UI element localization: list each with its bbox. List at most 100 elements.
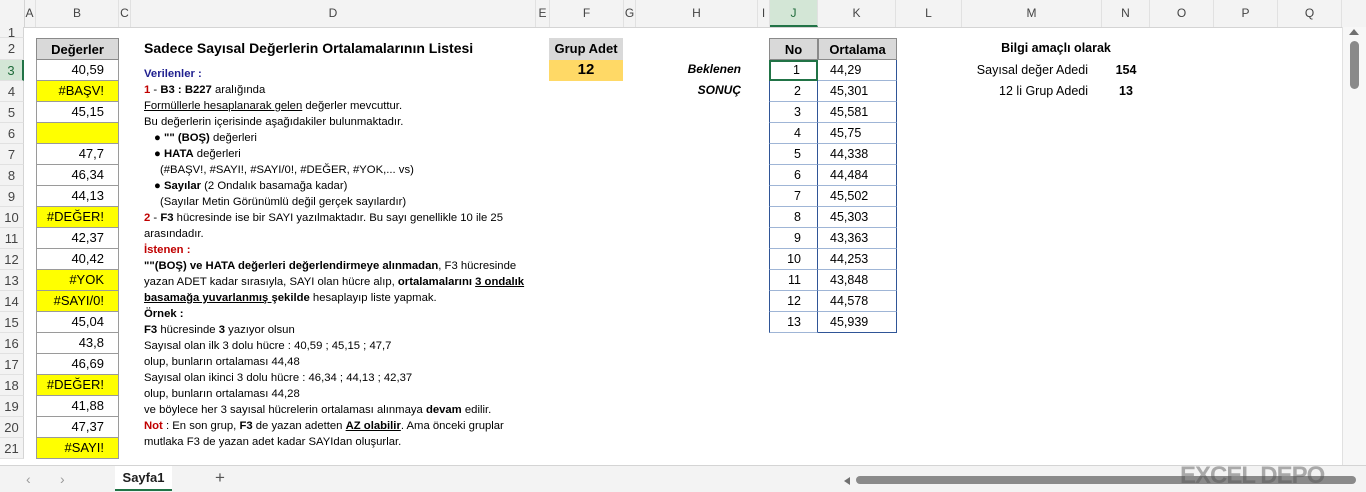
- column-header[interactable]: K: [818, 0, 896, 27]
- table-cell-no[interactable]: 6: [769, 165, 818, 186]
- values-column-header: Değerler: [36, 38, 119, 60]
- vertical-scroll-thumb[interactable]: [1350, 41, 1359, 89]
- row-header[interactable]: 21: [0, 438, 24, 459]
- table-cell-no[interactable]: 13: [769, 312, 818, 333]
- value-cell[interactable]: 42,37: [36, 228, 119, 249]
- value-cell[interactable]: #SAYI/0!: [36, 291, 119, 312]
- column-header[interactable]: M: [962, 0, 1102, 27]
- select-all-corner[interactable]: [0, 0, 25, 27]
- table-cell-average[interactable]: 45,939: [818, 312, 897, 333]
- column-header-selected[interactable]: J: [770, 0, 818, 27]
- table-cell-no[interactable]: 8: [769, 207, 818, 228]
- column-header[interactable]: N: [1102, 0, 1150, 27]
- table-cell-average[interactable]: 44,484: [818, 165, 897, 186]
- sheet-tab-bar: ‹ › Sayfa1 +: [0, 465, 1366, 492]
- table-cell-average[interactable]: 44,338: [818, 144, 897, 165]
- add-sheet-button[interactable]: +: [215, 468, 225, 488]
- table-cell-average[interactable]: 45,303: [818, 207, 897, 228]
- value-cell[interactable]: #DEĞER!: [36, 207, 119, 228]
- table-cell-no[interactable]: 5: [769, 144, 818, 165]
- value-cell[interactable]: 45,15: [36, 102, 119, 123]
- group-count-input[interactable]: 12: [549, 60, 623, 81]
- table-cell-no[interactable]: 11: [769, 270, 818, 291]
- column-header[interactable]: P: [1214, 0, 1278, 27]
- row-header[interactable]: 20: [0, 417, 24, 438]
- row-header[interactable]: 17: [0, 354, 24, 375]
- table-cell-no[interactable]: 12: [769, 291, 818, 312]
- table-cell-average[interactable]: 44,29: [818, 60, 897, 81]
- value-cell[interactable]: #YOK: [36, 270, 119, 291]
- table-cell-no[interactable]: 1: [769, 60, 818, 81]
- scroll-left-icon[interactable]: [843, 477, 850, 485]
- row-header[interactable]: 18: [0, 375, 24, 396]
- table-cell-average[interactable]: 44,578: [818, 291, 897, 312]
- info-group-count-value: 13: [1119, 84, 1133, 98]
- column-header[interactable]: F: [550, 0, 624, 27]
- value-cell[interactable]: [36, 123, 119, 144]
- note-line: Not : En son grup, F3 de yazan adetten A…: [144, 420, 504, 432]
- value-cell[interactable]: 47,7: [36, 144, 119, 165]
- table-cell-average[interactable]: 43,848: [818, 270, 897, 291]
- scroll-up-icon[interactable]: [1349, 29, 1359, 35]
- row-header[interactable]: 9: [0, 186, 24, 207]
- table-cell-no[interactable]: 2: [769, 81, 818, 102]
- column-header[interactable]: H: [636, 0, 758, 27]
- column-header[interactable]: I: [758, 0, 770, 27]
- value-cell[interactable]: #BAŞV!: [36, 81, 119, 102]
- row-header[interactable]: 12: [0, 249, 24, 270]
- row-header[interactable]: 8: [0, 165, 24, 186]
- column-header[interactable]: D: [131, 0, 536, 27]
- column-header[interactable]: O: [1150, 0, 1214, 27]
- row-header[interactable]: 10: [0, 207, 24, 228]
- row-header[interactable]: 6: [0, 123, 24, 144]
- tab-scroll-right-icon[interactable]: ›: [60, 471, 65, 487]
- value-cell[interactable]: 46,34: [36, 165, 119, 186]
- value-cell[interactable]: #DEĞER!: [36, 375, 119, 396]
- row-header[interactable]: 7: [0, 144, 24, 165]
- sheet-tab-active[interactable]: Sayfa1: [115, 466, 172, 491]
- row-header[interactable]: 16: [0, 333, 24, 354]
- column-header[interactable]: E: [536, 0, 550, 27]
- value-cell[interactable]: 40,59: [36, 60, 119, 81]
- row-header[interactable]: 1: [0, 26, 24, 39]
- value-cell[interactable]: 46,69: [36, 354, 119, 375]
- row-header[interactable]: 2: [0, 38, 24, 60]
- table-cell-no[interactable]: 7: [769, 186, 818, 207]
- info-numeric-count-value: 154: [1115, 63, 1137, 77]
- row-header[interactable]: 15: [0, 312, 24, 333]
- column-header[interactable]: B: [36, 0, 119, 27]
- table-cell-no[interactable]: 4: [769, 123, 818, 144]
- table-cell-average[interactable]: 43,363: [818, 228, 897, 249]
- column-header[interactable]: Q: [1278, 0, 1342, 27]
- vertical-scrollbar[interactable]: [1342, 27, 1366, 465]
- desc-line: F3 hücresinde 3 yazıyor olsun: [144, 324, 295, 336]
- row-header[interactable]: 3: [0, 60, 24, 81]
- table-cell-average[interactable]: 45,581: [818, 102, 897, 123]
- value-cell[interactable]: 40,42: [36, 249, 119, 270]
- row-header[interactable]: 5: [0, 102, 24, 123]
- value-cell[interactable]: 43,8: [36, 333, 119, 354]
- table-cell-no[interactable]: 9: [769, 228, 818, 249]
- row-header[interactable]: 11: [0, 228, 24, 249]
- column-header[interactable]: A: [24, 0, 36, 27]
- value-cell[interactable]: 47,37: [36, 417, 119, 438]
- table-cell-average[interactable]: 45,75: [818, 123, 897, 144]
- row-header[interactable]: 14: [0, 291, 24, 312]
- value-cell[interactable]: 41,88: [36, 396, 119, 417]
- column-header[interactable]: C: [119, 0, 131, 27]
- column-header[interactable]: L: [896, 0, 962, 27]
- desc-line: arasındadır.: [144, 228, 204, 240]
- value-cell[interactable]: 45,04: [36, 312, 119, 333]
- table-cell-average[interactable]: 44,253: [818, 249, 897, 270]
- column-header[interactable]: G: [624, 0, 636, 27]
- table-cell-average[interactable]: 45,502: [818, 186, 897, 207]
- row-header[interactable]: 13: [0, 270, 24, 291]
- row-header[interactable]: 4: [0, 81, 24, 102]
- tab-scroll-left-icon[interactable]: ‹: [26, 471, 31, 487]
- table-cell-average[interactable]: 45,301: [818, 81, 897, 102]
- value-cell[interactable]: 44,13: [36, 186, 119, 207]
- row-header[interactable]: 19: [0, 396, 24, 417]
- table-cell-no[interactable]: 3: [769, 102, 818, 123]
- value-cell[interactable]: #SAYI!: [36, 438, 119, 459]
- table-cell-no[interactable]: 10: [769, 249, 818, 270]
